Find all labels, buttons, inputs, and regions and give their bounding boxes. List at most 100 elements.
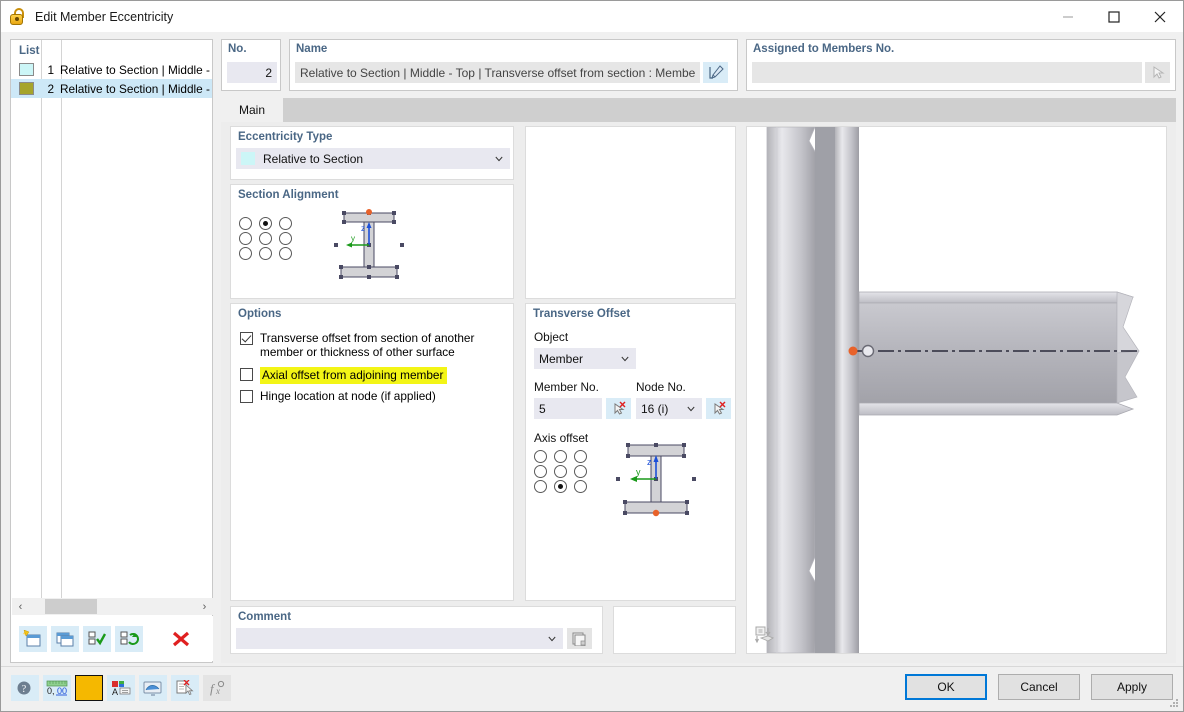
object-dropdown[interactable]: Member — [534, 348, 636, 369]
assigned-members-label: Assigned to Members No. — [753, 43, 895, 55]
info-icon[interactable]: ? — [11, 675, 39, 701]
list-item-label: Relative to Section | Middle - To — [60, 81, 212, 96]
align-radio-6[interactable] — [239, 247, 252, 260]
svg-text:y: y — [351, 234, 355, 243]
minimize-button[interactable] — [1045, 1, 1091, 32]
cancel-button[interactable]: Cancel — [998, 674, 1080, 700]
axis-radio-1[interactable] — [554, 450, 567, 463]
chevron-down-icon[interactable] — [621, 355, 629, 363]
align-radio-1[interactable] — [259, 217, 272, 230]
reset-icon[interactable] — [171, 675, 199, 701]
list-item[interactable]: 1 Relative to Section | Middle - To — [11, 60, 212, 79]
eccentricity-type-title: Eccentricity Type — [238, 131, 333, 143]
align-radio-5[interactable] — [279, 232, 292, 245]
eccentricity-type-group: Eccentricity Type Relative to Section — [230, 126, 514, 180]
member-no-label: Member No. — [534, 380, 599, 394]
axis-radio-6[interactable] — [534, 480, 547, 493]
axis-radio-8[interactable] — [574, 480, 587, 493]
axis-radio-2[interactable] — [574, 450, 587, 463]
formula-icon[interactable]: f x — [203, 675, 231, 701]
numeric-format-icon[interactable]: 0, 00 — [43, 675, 71, 701]
section-alignment-radio-grid[interactable] — [239, 217, 297, 260]
scroll-track[interactable] — [29, 598, 196, 615]
color-swatch — [19, 63, 34, 76]
transverse-offset-group: Transverse Offset Object Member Member N… — [525, 303, 736, 601]
align-radio-7[interactable] — [259, 247, 272, 260]
align-radio-3[interactable] — [239, 232, 252, 245]
view-snapshot-icon[interactable] — [755, 626, 775, 647]
legend-icon[interactable]: A — [107, 675, 135, 701]
chevron-down-icon[interactable] — [687, 405, 695, 413]
new-item-icon[interactable] — [19, 625, 47, 652]
section-alignment-title: Section Alignment — [238, 189, 339, 201]
tab-main[interactable]: Main — [221, 98, 283, 122]
axis-radio-7[interactable] — [554, 480, 567, 493]
resize-grip-icon[interactable] — [1169, 698, 1179, 708]
align-radio-2[interactable] — [279, 217, 292, 230]
name-input[interactable] — [295, 62, 700, 83]
svg-text:0,: 0, — [47, 686, 55, 696]
color-swatch-icon[interactable] — [75, 675, 103, 701]
option-axial-offset[interactable]: Axial offset from adjoining member — [240, 367, 448, 384]
options-title: Options — [238, 308, 282, 320]
invert-selection-icon[interactable] — [115, 625, 143, 652]
scroll-thumb[interactable] — [45, 599, 97, 614]
name-field-group: Name — [289, 39, 738, 91]
comment-side-panel — [613, 606, 736, 654]
comment-library-icon[interactable] — [567, 628, 592, 649]
axis-offset-label: Axis offset — [534, 431, 589, 445]
list-caption: List — [19, 45, 40, 57]
pick-member-icon[interactable] — [606, 398, 631, 419]
number-input[interactable] — [227, 62, 277, 83]
align-radio-8[interactable] — [279, 247, 292, 260]
checkbox-hinge-location[interactable] — [240, 390, 253, 403]
node-no-label: Node No. — [636, 380, 686, 394]
edit-name-icon[interactable] — [703, 62, 728, 83]
select-all-icon[interactable] — [83, 625, 111, 652]
axis-offset-radio-grid[interactable] — [534, 450, 592, 493]
dialog-footer: ? 0, 00 A f x OK Cancel Apply — [1, 666, 1183, 711]
list-item[interactable]: 2 Relative to Section | Middle - To — [11, 79, 212, 98]
option-transverse-offset[interactable]: Transverse offset from section of anothe… — [240, 331, 505, 359]
member-no-input[interactable] — [534, 398, 602, 419]
checkbox-transverse-offset[interactable] — [240, 332, 253, 345]
close-button[interactable] — [1137, 1, 1183, 32]
list-column-lines — [11, 40, 212, 600]
checkbox-axial-offset[interactable] — [240, 368, 253, 381]
lock-icon — [9, 7, 27, 26]
object-label: Object — [534, 330, 569, 344]
axis-radio-5[interactable] — [574, 465, 587, 478]
scroll-right-icon[interactable]: › — [196, 598, 213, 615]
align-radio-4[interactable] — [259, 232, 272, 245]
list-item-label: Relative to Section | Middle - To — [60, 62, 212, 77]
list-horizontal-scrollbar[interactable]: ‹ › — [12, 598, 213, 615]
comment-dropdown[interactable] — [236, 628, 563, 649]
axis-radio-4[interactable] — [554, 465, 567, 478]
ok-button[interactable]: OK — [905, 674, 987, 700]
axis-offset-diagram: z y — [616, 443, 696, 517]
node-no-dropdown[interactable]: 16 (i) — [636, 398, 702, 419]
svg-text:x: x — [215, 686, 220, 696]
chevron-down-icon[interactable] — [548, 635, 556, 643]
svg-text:z: z — [361, 224, 365, 233]
copy-item-icon[interactable] — [51, 625, 79, 652]
option-hinge-location-label: Hinge location at node (if applied) — [260, 389, 436, 403]
pick-node-icon[interactable] — [706, 398, 731, 419]
chevron-down-icon[interactable] — [495, 155, 503, 163]
eccentricity-type-dropdown[interactable]: Relative to Section — [236, 148, 510, 169]
pick-members-icon[interactable] — [1145, 62, 1170, 83]
apply-button[interactable]: Apply — [1091, 674, 1173, 700]
display-icon[interactable] — [139, 675, 167, 701]
axis-radio-0[interactable] — [534, 450, 547, 463]
assigned-members-input[interactable] — [752, 62, 1142, 83]
footer-toolbar: ? 0, 00 A f x — [11, 675, 231, 701]
axis-radio-3[interactable] — [534, 465, 547, 478]
align-radio-0[interactable] — [239, 217, 252, 230]
option-transverse-offset-label: Transverse offset from section of anothe… — [260, 331, 475, 359]
main-content: Eccentricity Type Relative to Section Se… — [221, 122, 1176, 663]
option-hinge-location[interactable]: Hinge location at node (if applied) — [240, 389, 436, 403]
scroll-left-icon[interactable]: ‹ — [12, 598, 29, 615]
color-swatch — [19, 82, 34, 95]
maximize-button[interactable] — [1091, 1, 1137, 32]
delete-item-icon[interactable] — [167, 626, 195, 652]
